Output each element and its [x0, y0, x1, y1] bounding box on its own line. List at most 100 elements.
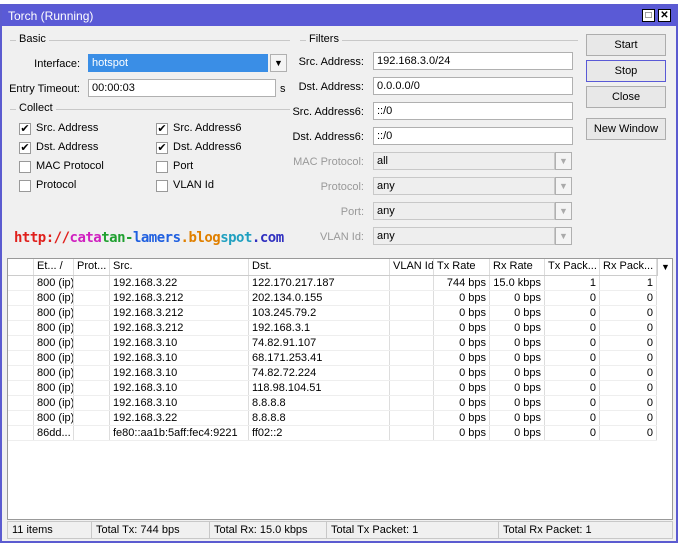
table-cell: 0 bps — [490, 411, 545, 425]
timeout-input[interactable]: 00:00:03 — [88, 79, 276, 97]
interface-select[interactable]: hotspot — [88, 54, 268, 72]
column-header[interactable]: Rx Pack... — [600, 259, 657, 275]
collect-checkbox[interactable]: ✔ — [156, 123, 168, 135]
table-cell: 118.98.104.51 — [249, 381, 390, 395]
table-row[interactable]: 800 (ip) 192.168.3.10 8.8.8.8 0 bps 0 bps 0 0 — [8, 396, 657, 411]
table-cell: 74.82.91.107 — [249, 336, 390, 350]
table-cell: 0 — [600, 351, 657, 365]
filter-input[interactable]: any — [373, 202, 555, 220]
title-bar: Torch (Running) □ ✕ — [2, 6, 676, 26]
filters-legend: Filters — [306, 33, 342, 45]
filter-label: Src. Address6: — [292, 106, 364, 118]
filter-input[interactable]: any — [373, 227, 555, 245]
table-cell: 15.0 kbps — [490, 276, 545, 290]
table-cell — [390, 336, 434, 350]
table-cell: 0 — [545, 381, 600, 395]
column-header[interactable]: Dst. — [249, 259, 390, 275]
table-cell: 192.168.3.10 — [110, 381, 249, 395]
basic-legend: Basic — [16, 33, 49, 45]
interface-dropdown-icon[interactable]: ▼ — [270, 54, 287, 72]
table-cell: 8.8.8.8 — [249, 396, 390, 410]
column-header[interactable]: Rx Rate — [490, 259, 545, 275]
table-row[interactable]: 86dd... fe80::aa1b:5aff:fec4:9221 ff02::2 0… — [8, 426, 657, 441]
close-window-button[interactable]: ✕ — [658, 9, 671, 22]
table-cell: 1 — [545, 276, 600, 290]
collect-checkbox[interactable]: ✔ — [19, 142, 31, 154]
column-header[interactable]: Et... / — [34, 259, 74, 275]
maximize-button[interactable]: □ — [642, 9, 655, 22]
filter-dropdown-icon[interactable]: ▼ — [555, 227, 572, 245]
table-cell — [74, 396, 110, 410]
start-button[interactable]: Start — [586, 34, 666, 56]
table-row[interactable]: 800 (ip) 192.168.3.212 192.168.3.1 0 bps 0 b… — [8, 321, 657, 336]
timeout-label: Entry Timeout: — [9, 83, 80, 95]
row-header-cell — [8, 259, 34, 275]
collect-checkbox[interactable] — [156, 180, 168, 192]
filter-input[interactable]: 0.0.0.0/0 — [373, 77, 573, 95]
table-cell: 0 — [545, 321, 600, 335]
filter-dropdown-icon[interactable]: ▼ — [555, 152, 572, 170]
table-row[interactable]: 800 (ip) 192.168.3.10 74.82.91.107 0 bps 0 b… — [8, 336, 657, 351]
collect-checkbox[interactable] — [19, 161, 31, 173]
table-row[interactable]: 800 (ip) 192.168.3.22 122.170.217.187 744 b… — [8, 276, 657, 291]
table-cell: 0 — [600, 321, 657, 335]
column-header[interactable]: Tx Pack... — [545, 259, 600, 275]
table-cell: 192.168.3.10 — [110, 396, 249, 410]
status-total-rx: Total Rx: 15.0 kbps — [210, 522, 327, 538]
filter-input[interactable]: ::/0 — [373, 127, 573, 145]
filter-input[interactable]: 192.168.3.0/24 — [373, 52, 573, 70]
table-cell: 800 (ip) — [34, 396, 74, 410]
filter-dropdown-icon[interactable]: ▼ — [555, 202, 572, 220]
new-window-button[interactable]: New Window — [586, 118, 666, 140]
table-cell: 0 bps — [434, 396, 490, 410]
table-cell: 0 — [545, 351, 600, 365]
table-cell: 0 bps — [490, 396, 545, 410]
table-cell — [74, 291, 110, 305]
stop-button[interactable]: Stop — [586, 60, 666, 82]
collect-checkbox[interactable] — [19, 180, 31, 192]
collect-checkbox-label: Port — [173, 160, 194, 172]
column-header[interactable]: Tx Rate — [434, 259, 490, 275]
table-cell: 0 bps — [434, 321, 490, 335]
table-cell — [74, 381, 110, 395]
table-row[interactable]: 800 (ip) 192.168.3.10 68.171.253.41 0 bps 0 … — [8, 351, 657, 366]
table-cell: 0 bps — [434, 381, 490, 395]
status-total-tx-packet: Total Tx Packet: 1 — [327, 522, 499, 538]
table-row[interactable]: 800 (ip) 192.168.3.10 118.98.104.51 0 bps 0 … — [8, 381, 657, 396]
column-header[interactable]: Src. — [110, 259, 249, 275]
table-cell: 0 bps — [490, 426, 545, 440]
column-header[interactable]: VLAN Id — [390, 259, 434, 275]
collect-checkbox[interactable]: ✔ — [19, 123, 31, 135]
collect-checkbox[interactable] — [156, 161, 168, 173]
table-cell: 0 bps — [490, 381, 545, 395]
table-cell — [74, 366, 110, 380]
table-cell: 800 (ip) — [34, 276, 74, 290]
filter-input[interactable]: any — [373, 177, 555, 195]
close-button[interactable]: Close — [586, 86, 666, 108]
table-cell — [74, 276, 110, 290]
status-items: 11 items — [8, 522, 92, 538]
column-menu-icon[interactable]: ▼ — [657, 259, 672, 276]
filter-input[interactable]: all — [373, 152, 555, 170]
table-row[interactable]: 800 (ip) 192.168.3.212 103.245.79.2 0 bps 0 … — [8, 306, 657, 321]
table-cell: 192.168.3.1 — [249, 321, 390, 335]
table-cell: 0 bps — [490, 321, 545, 335]
status-bar: 11 items Total Tx: 744 bps Total Rx: 15.… — [7, 521, 673, 539]
table-cell — [74, 351, 110, 365]
column-header[interactable]: Prot... — [74, 259, 110, 275]
table-cell: 8.8.8.8 — [249, 411, 390, 425]
row-header-cell — [8, 321, 34, 335]
table-row[interactable]: 800 (ip) 192.168.3.10 74.82.72.224 0 bps 0 b… — [8, 366, 657, 381]
collect-checkbox[interactable]: ✔ — [156, 142, 168, 154]
torch-window: Torch (Running) □ ✕ Basic Interface: hot… — [0, 4, 678, 543]
table-header: Et... / Prot... Src. Dst. VLAN Id Tx Rate Rx R… — [8, 259, 657, 276]
table-cell: 192.168.3.10 — [110, 366, 249, 380]
table-row[interactable]: 800 (ip) 192.168.3.212 202.134.0.155 0 bps 0… — [8, 291, 657, 306]
table-cell: 0 bps — [490, 336, 545, 350]
table-cell: 0 bps — [434, 426, 490, 440]
table-cell: fe80::aa1b:5aff:fec4:9221 — [110, 426, 249, 440]
filter-dropdown-icon[interactable]: ▼ — [555, 177, 572, 195]
table-cell: 0 bps — [490, 351, 545, 365]
filter-input[interactable]: ::/0 — [373, 102, 573, 120]
table-row[interactable]: 800 (ip) 192.168.3.22 8.8.8.8 0 bps 0 bps 0 0 — [8, 411, 657, 426]
